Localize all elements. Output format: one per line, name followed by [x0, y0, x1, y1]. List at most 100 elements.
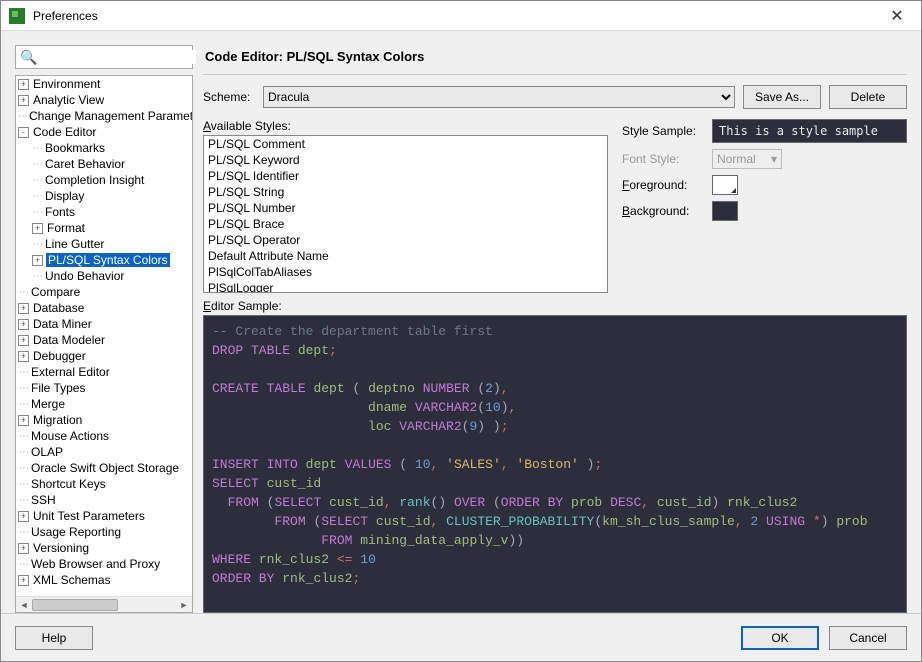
- collapse-icon[interactable]: -: [18, 127, 29, 138]
- tree-item[interactable]: +Unit Test Parameters: [16, 508, 192, 524]
- page-title: Code Editor: PL/SQL Syntax Colors: [203, 45, 907, 75]
- expand-icon[interactable]: +: [32, 223, 43, 234]
- tree-item-label: Versioning: [32, 541, 90, 555]
- tree-leaf-icon: ⋯: [18, 463, 30, 474]
- tree-item[interactable]: ⋯Display: [16, 188, 192, 204]
- style-list-item[interactable]: PL/SQL Operator: [204, 232, 607, 248]
- tree-item[interactable]: ⋯Web Browser and Proxy: [16, 556, 192, 572]
- ok-button[interactable]: OK: [741, 626, 819, 650]
- preferences-tree[interactable]: +Environment+Analytic View⋯Change Manage…: [15, 75, 193, 613]
- tree-item-label: Compare: [30, 285, 81, 299]
- search-input[interactable]: [41, 50, 196, 64]
- style-list-item[interactable]: PlSqlColTabAliases: [204, 264, 607, 280]
- tree-item[interactable]: ⋯Usage Reporting: [16, 524, 192, 540]
- save-as-button[interactable]: Save As...: [743, 85, 821, 109]
- tree-leaf-icon: ⋯: [18, 383, 30, 394]
- expand-icon[interactable]: +: [18, 319, 29, 330]
- tree-item[interactable]: +Versioning: [16, 540, 192, 556]
- tree-item[interactable]: +Migration: [16, 412, 192, 428]
- tree-item[interactable]: ⋯Completion Insight: [16, 172, 192, 188]
- tree-leaf-icon: ⋯: [18, 287, 30, 298]
- tree-item[interactable]: +PL/SQL Syntax Colors: [16, 252, 192, 268]
- help-button[interactable]: Help: [15, 626, 93, 650]
- tree-item[interactable]: ⋯OLAP: [16, 444, 192, 460]
- tree-item-label: Migration: [32, 413, 83, 427]
- tree-item[interactable]: ⋯Change Management Parameters: [16, 108, 192, 124]
- expand-icon[interactable]: +: [18, 335, 29, 346]
- expand-icon[interactable]: +: [18, 303, 29, 314]
- scheme-label: Scheme:: [203, 90, 255, 104]
- expand-icon[interactable]: +: [18, 511, 29, 522]
- style-sample-preview: This is a style sample: [712, 119, 907, 143]
- tree-item-label: External Editor: [30, 365, 111, 379]
- tree-item[interactable]: -Code Editor: [16, 124, 192, 140]
- tree-item[interactable]: +Format: [16, 220, 192, 236]
- style-list-item[interactable]: PL/SQL Keyword: [204, 152, 607, 168]
- tree-item[interactable]: ⋯File Types: [16, 380, 192, 396]
- style-list-item[interactable]: PlSqlLogger: [204, 280, 607, 293]
- style-list-item[interactable]: PL/SQL Comment: [204, 136, 607, 152]
- close-button[interactable]: ✕: [875, 2, 919, 30]
- tree-item[interactable]: ⋯Compare: [16, 284, 192, 300]
- style-sample-label: Style Sample:: [622, 124, 702, 138]
- expand-icon[interactable]: +: [18, 79, 29, 90]
- window-title: Preferences: [33, 9, 875, 23]
- tree-item[interactable]: ⋯Line Gutter: [16, 236, 192, 252]
- editor-sample-label: Editor Sample:: [203, 299, 907, 313]
- tree-item[interactable]: ⋯Caret Behavior: [16, 156, 192, 172]
- tree-item-label: Usage Reporting: [30, 525, 122, 539]
- tree-item[interactable]: +Analytic View: [16, 92, 192, 108]
- expand-icon[interactable]: +: [18, 543, 29, 554]
- tree-item[interactable]: ⋯External Editor: [16, 364, 192, 380]
- foreground-color-picker[interactable]: [712, 175, 738, 195]
- available-styles-list[interactable]: PL/SQL CommentPL/SQL KeywordPL/SQL Ident…: [203, 135, 608, 293]
- tree-item[interactable]: ⋯Merge: [16, 396, 192, 412]
- tree-item[interactable]: ⋯Shortcut Keys: [16, 476, 192, 492]
- expand-icon[interactable]: +: [32, 255, 43, 266]
- style-list-item[interactable]: PL/SQL Number: [204, 200, 607, 216]
- tree-leaf-icon: ⋯: [32, 207, 44, 218]
- delete-button[interactable]: Delete: [829, 85, 907, 109]
- style-list-item[interactable]: PL/SQL String: [204, 184, 607, 200]
- tree-item[interactable]: ⋯Fonts: [16, 204, 192, 220]
- expand-icon[interactable]: +: [18, 415, 29, 426]
- tree-leaf-icon: ⋯: [18, 447, 30, 458]
- tree-item[interactable]: +XML Schemas: [16, 572, 192, 588]
- tree-item-label: PL/SQL Syntax Colors: [46, 253, 170, 267]
- expand-icon[interactable]: +: [18, 351, 29, 362]
- tree-leaf-icon: ⋯: [18, 111, 28, 122]
- tree-item-label: Database: [32, 301, 85, 315]
- expand-icon[interactable]: +: [18, 575, 29, 586]
- tree-scrollbar[interactable]: ◄ ►: [16, 596, 192, 612]
- scroll-left-icon[interactable]: ◄: [16, 598, 32, 612]
- expand-icon[interactable]: +: [18, 95, 29, 106]
- scheme-select[interactable]: Dracula: [263, 86, 735, 108]
- scroll-right-icon[interactable]: ►: [176, 598, 192, 612]
- style-list-item[interactable]: PL/SQL Brace: [204, 216, 607, 232]
- style-list-item[interactable]: Default Attribute Name: [204, 248, 607, 264]
- tree-item-label: Undo Behavior: [44, 269, 125, 283]
- tree-item[interactable]: ⋯Oracle Swift Object Storage: [16, 460, 192, 476]
- title-bar: Preferences ✕: [1, 1, 921, 31]
- background-label: Background:: [622, 204, 702, 218]
- tree-item[interactable]: ⋯Undo Behavior: [16, 268, 192, 284]
- chevron-down-icon: ▾: [771, 152, 777, 166]
- tree-item[interactable]: +Data Modeler: [16, 332, 192, 348]
- tree-leaf-icon: ⋯: [32, 191, 44, 202]
- tree-item-label: Analytic View: [32, 93, 105, 107]
- tree-item-label: Unit Test Parameters: [32, 509, 146, 523]
- tree-item[interactable]: +Debugger: [16, 348, 192, 364]
- tree-item[interactable]: ⋯SSH: [16, 492, 192, 508]
- tree-item[interactable]: +Data Miner: [16, 316, 192, 332]
- cancel-button[interactable]: Cancel: [829, 626, 907, 650]
- tree-item-label: Merge: [30, 397, 66, 411]
- tree-item-label: SSH: [30, 493, 57, 507]
- tree-item[interactable]: +Environment: [16, 76, 192, 92]
- tree-item[interactable]: +Database: [16, 300, 192, 316]
- tree-item[interactable]: ⋯Bookmarks: [16, 140, 192, 156]
- style-list-item[interactable]: PL/SQL Identifier: [204, 168, 607, 184]
- tree-item[interactable]: ⋯Mouse Actions: [16, 428, 192, 444]
- search-icon: 🔍: [20, 49, 37, 66]
- background-color-picker[interactable]: [712, 201, 738, 221]
- tree-item-label: File Types: [30, 381, 86, 395]
